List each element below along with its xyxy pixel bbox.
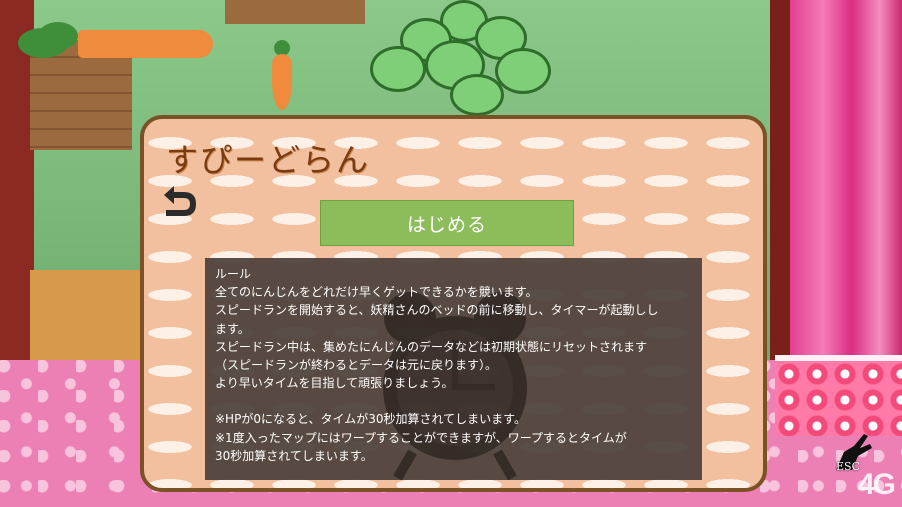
esc-menu-hint[interactable]: ESC 4G bbox=[818, 432, 898, 504]
esc-label: ESC bbox=[836, 460, 860, 473]
return-arrow-icon bbox=[164, 186, 196, 216]
rules-note: ※HPが0になると、タイムが30秒加算されてしまいます。 bbox=[215, 412, 526, 427]
rules-line: ます。 bbox=[215, 321, 250, 336]
start-button[interactable]: はじめる bbox=[320, 200, 574, 246]
dialog-title: すぴーどらん bbox=[166, 141, 371, 179]
rules-line: スピードラン中は、集めたにんじんのデータなどは初期状態にリセットされます bbox=[215, 339, 648, 354]
fairy-bed bbox=[775, 355, 902, 436]
rules-line: 全てのにんじんをどれだけ早くゲットできるかを競います。 bbox=[215, 285, 538, 300]
watermark-logo: 4G bbox=[858, 468, 896, 501]
rules-line: スピードランを開始すると、妖精さんのベッドの前に移動し、タイマーが起動しし bbox=[215, 303, 659, 318]
rules-line: （スピードランが終わるとデータは元に戻ります）。 bbox=[215, 358, 498, 373]
wood-beam bbox=[225, 0, 365, 24]
carrot-decoration-icon bbox=[18, 22, 213, 66]
carrot-leaves-icon bbox=[370, 0, 555, 120]
rules-note: ※1度入ったマップにはワープすることができますが、ワープするとタイムが bbox=[215, 430, 627, 445]
rules-heading: ルール bbox=[215, 267, 252, 281]
back-button[interactable] bbox=[158, 183, 200, 219]
speedrun-dialog: すぴーどらん はじめる ルール 全てのにんじんをどれだけ早くゲットできるかを競い… bbox=[140, 115, 767, 492]
wooden-floor bbox=[30, 270, 140, 370]
carrot-decoration-icon bbox=[270, 40, 294, 110]
rules-line: より早いタイムを目指して頑張りましょう。 bbox=[215, 376, 454, 391]
rules-box: ルール 全てのにんじんをどれだけ早くゲットできるかを競います。 スピードランを開… bbox=[205, 258, 702, 480]
rules-note: 30秒加算されてしまいます。 bbox=[215, 448, 373, 463]
pink-curtain bbox=[790, 0, 902, 380]
